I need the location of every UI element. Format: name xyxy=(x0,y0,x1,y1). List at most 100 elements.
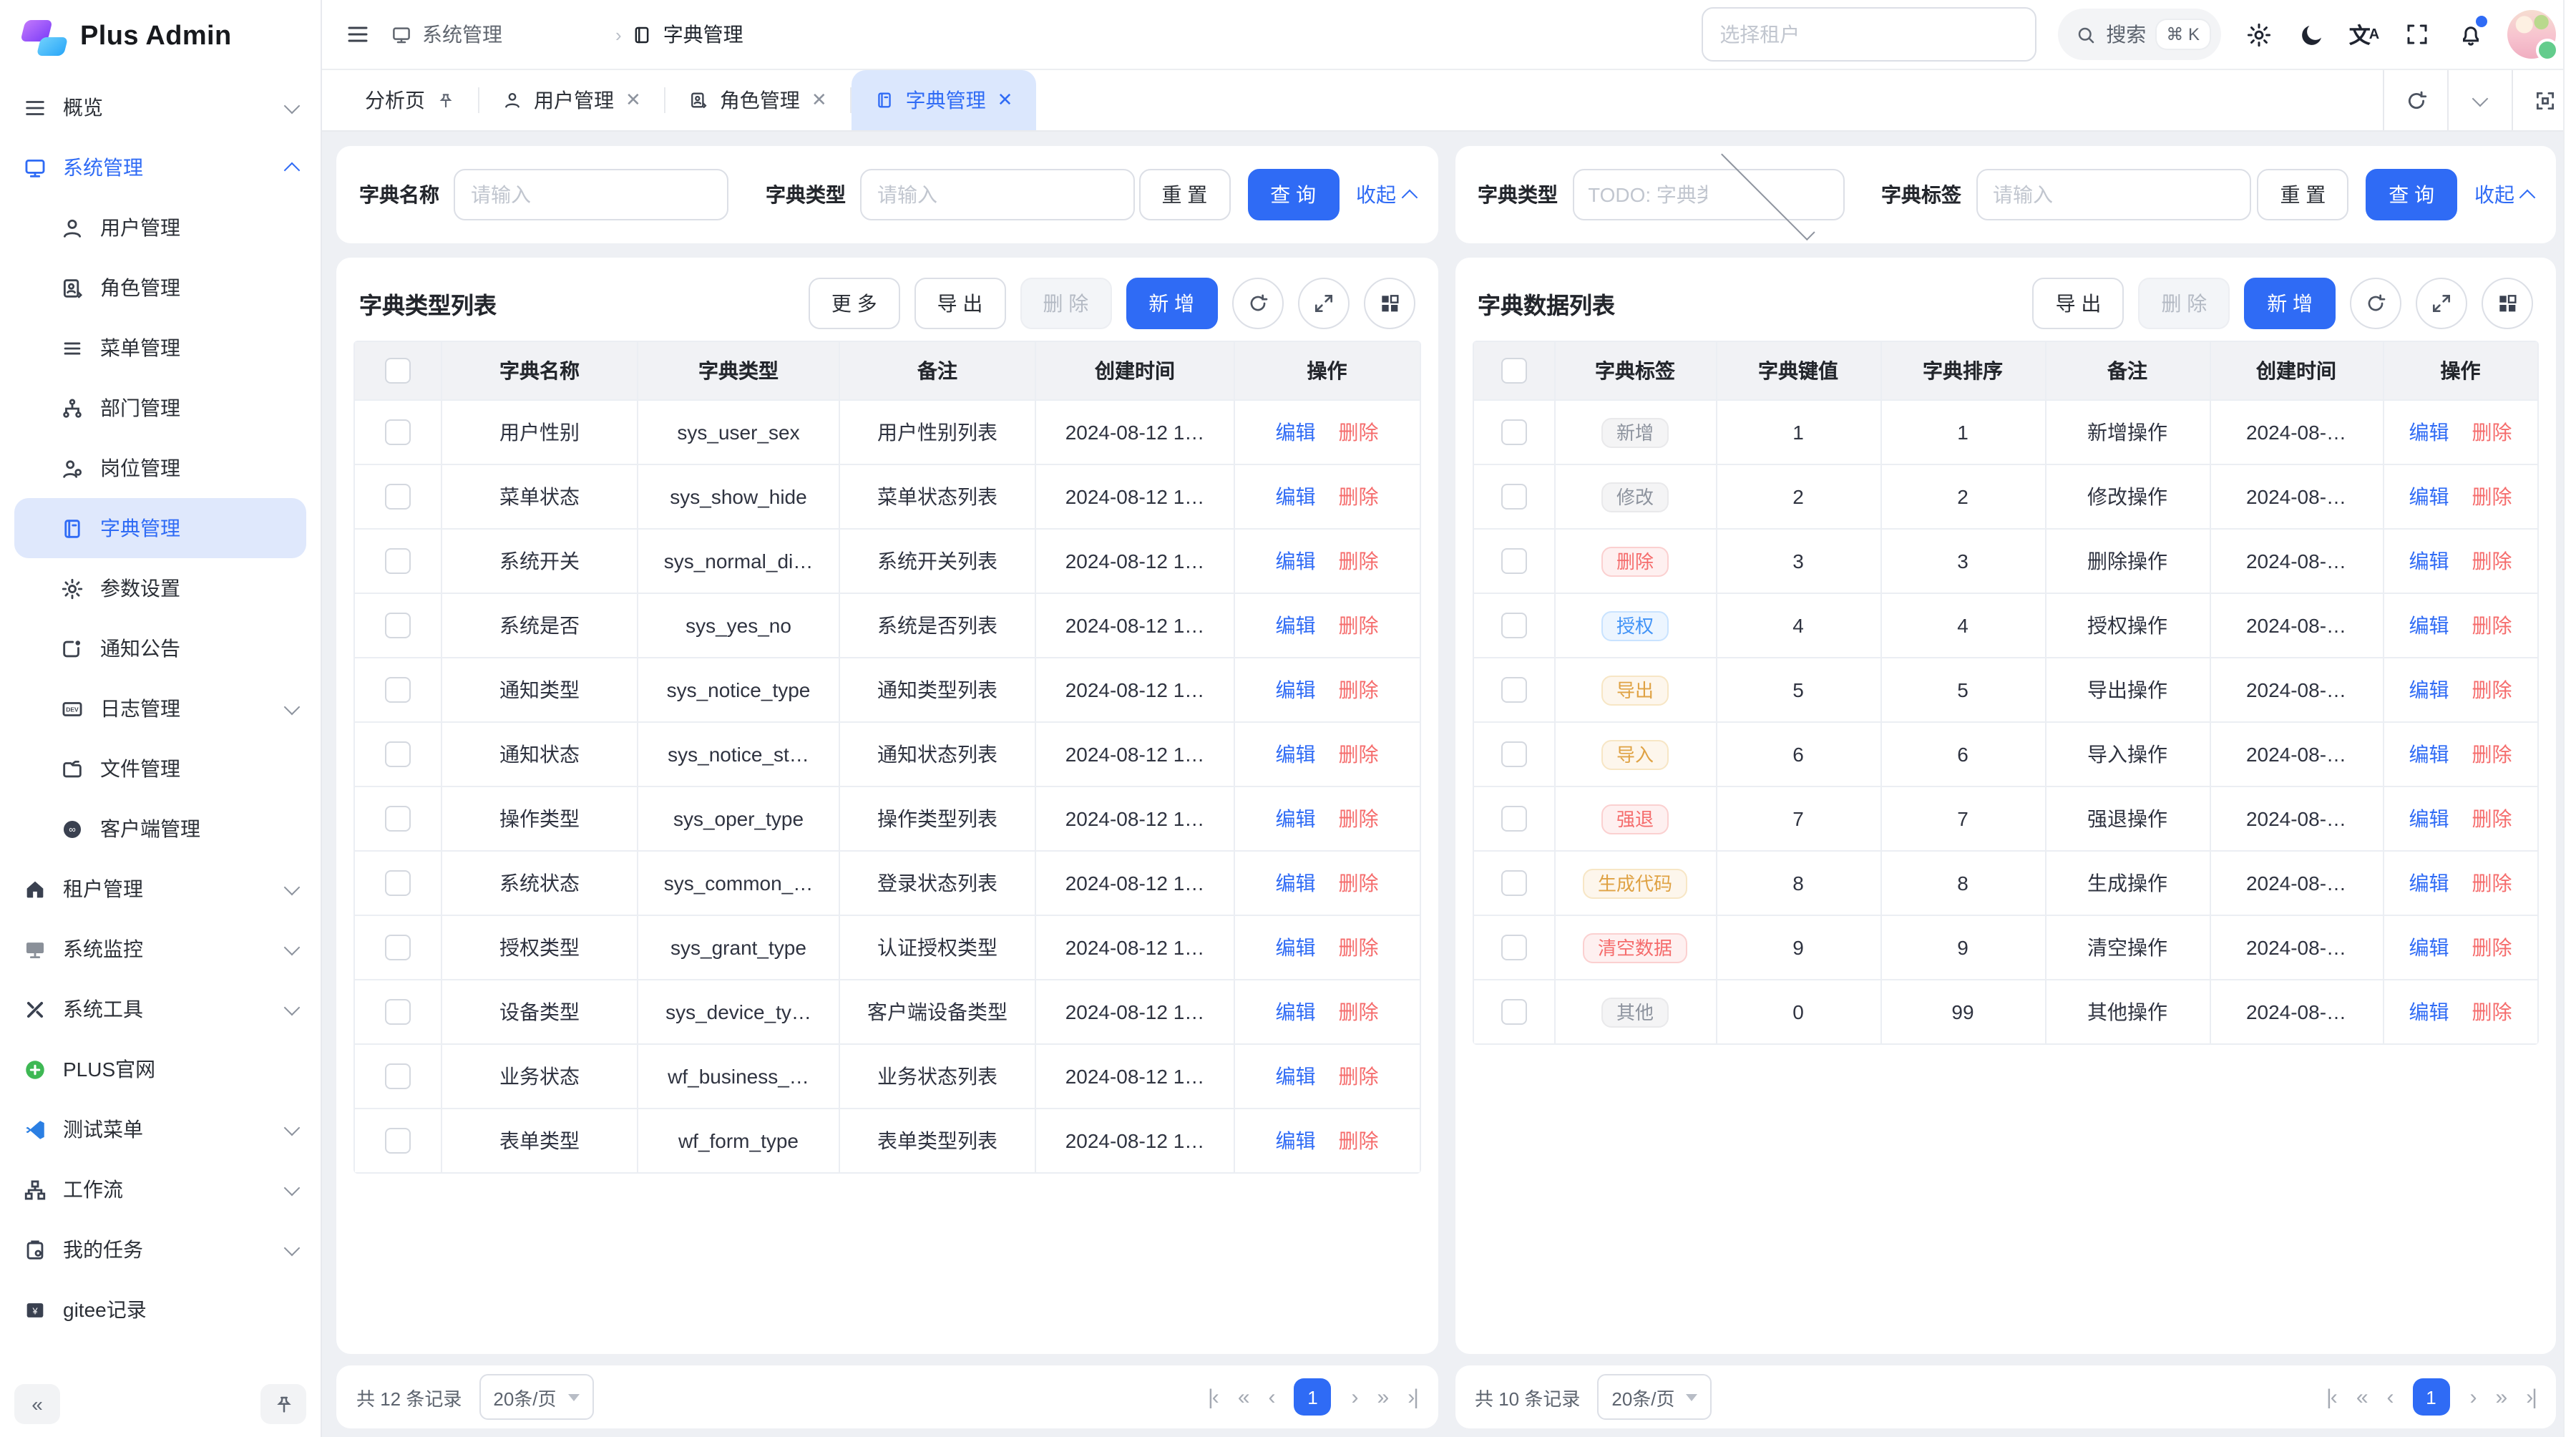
last-page-button[interactable]: ›| xyxy=(2526,1385,2536,1409)
collapse-search-link[interactable]: 收起 xyxy=(2474,180,2533,209)
expand-icon[interactable] xyxy=(2416,278,2467,329)
sidebar-item-dept-management[interactable]: 部门管理 xyxy=(0,378,321,438)
delete-link[interactable]: 删除 xyxy=(2472,804,2512,833)
row-checkbox[interactable] xyxy=(385,1128,411,1154)
edit-link[interactable]: 编辑 xyxy=(1276,998,1316,1026)
delete-link[interactable]: 删除 xyxy=(1339,869,1379,897)
first-page-button[interactable]: |‹ xyxy=(1208,1385,1218,1409)
scrollbar-gutter[interactable] xyxy=(2563,0,2576,1437)
edit-link[interactable]: 编辑 xyxy=(2409,869,2449,897)
prev-page-button[interactable]: ‹ xyxy=(1269,1385,1274,1409)
close-icon[interactable]: ✕ xyxy=(625,89,641,112)
sidebar-item-client-management[interactable]: ∞ 客户端管理 xyxy=(0,799,321,859)
edit-link[interactable]: 编辑 xyxy=(1276,804,1316,833)
sidebar-item-system-management[interactable]: 系统管理 xyxy=(0,137,321,198)
edit-link[interactable]: 编辑 xyxy=(1276,482,1316,511)
edit-link[interactable]: 编辑 xyxy=(1276,869,1316,897)
sidebar-item-tenant-management[interactable]: 租户管理 xyxy=(0,859,321,919)
delete-link[interactable]: 删除 xyxy=(2472,998,2512,1026)
row-checkbox[interactable] xyxy=(1501,741,1526,767)
page-size-select[interactable]: 20条/页 xyxy=(1597,1374,1712,1420)
edit-link[interactable]: 编辑 xyxy=(1276,676,1316,704)
edit-link[interactable]: 编辑 xyxy=(1276,611,1316,640)
delete-button[interactable]: 删 除 xyxy=(2138,278,2230,329)
delete-link[interactable]: 删除 xyxy=(1339,998,1379,1026)
row-checkbox[interactable] xyxy=(1501,613,1526,638)
hamburger-icon[interactable] xyxy=(342,19,374,50)
sidebar-item-user-management[interactable]: 用户管理 xyxy=(0,198,321,258)
row-checkbox[interactable] xyxy=(1501,548,1526,574)
sidebar-item-dict-management[interactable]: 字典管理 xyxy=(14,498,306,558)
sidebar-item-file-management[interactable]: 文件管理 xyxy=(0,739,321,799)
delete-link[interactable]: 删除 xyxy=(1339,933,1379,962)
row-checkbox[interactable] xyxy=(385,806,411,832)
edit-link[interactable]: 编辑 xyxy=(2409,804,2449,833)
row-checkbox[interactable] xyxy=(385,419,411,445)
row-checkbox[interactable] xyxy=(385,548,411,574)
first-page-button[interactable]: |‹ xyxy=(2326,1385,2336,1409)
dict-name-input[interactable] xyxy=(454,169,728,220)
add-button[interactable]: 新 增 xyxy=(2244,278,2336,329)
notification-bell-icon[interactable] xyxy=(2454,19,2486,50)
collapse-sidebar-button[interactable]: « xyxy=(14,1384,60,1424)
edit-link[interactable]: 编辑 xyxy=(1276,933,1316,962)
delete-link[interactable]: 删除 xyxy=(1339,547,1379,575)
sidebar-item-gitee-log[interactable]: ¥ gitee记录 xyxy=(0,1280,321,1340)
delete-link[interactable]: 删除 xyxy=(2472,482,2512,511)
tenant-select-input[interactable] xyxy=(1701,7,2036,62)
edit-link[interactable]: 编辑 xyxy=(2409,418,2449,447)
current-page-button[interactable]: 1 xyxy=(2413,1378,2450,1416)
collapse-search-link[interactable]: 收起 xyxy=(1356,180,1415,209)
fullscreen-icon[interactable] xyxy=(2401,19,2433,50)
current-page-button[interactable]: 1 xyxy=(1294,1378,1332,1416)
query-button[interactable]: 查 询 xyxy=(1247,169,1339,220)
delete-link[interactable]: 删除 xyxy=(1339,1126,1379,1155)
sidebar-item-plus-website[interactable]: PLUS官网 xyxy=(0,1039,321,1099)
edit-link[interactable]: 编辑 xyxy=(1276,1062,1316,1091)
edit-link[interactable]: 编辑 xyxy=(1276,740,1316,769)
sidebar-item-system-monitor[interactable]: 系统监控 xyxy=(0,919,321,979)
reset-button[interactable]: 重 置 xyxy=(2257,169,2348,220)
edit-link[interactable]: 编辑 xyxy=(2409,676,2449,704)
sidebar-item-notice[interactable]: 通知公告 xyxy=(0,618,321,678)
row-checkbox[interactable] xyxy=(1501,419,1526,445)
fast-prev-button[interactable]: « xyxy=(1238,1385,1249,1409)
row-checkbox[interactable] xyxy=(385,870,411,896)
row-checkbox[interactable] xyxy=(1501,999,1526,1025)
edit-link[interactable]: 编辑 xyxy=(1276,1126,1316,1155)
row-checkbox[interactable] xyxy=(1501,935,1526,960)
sidebar-item-workflow[interactable]: 工作流 xyxy=(0,1159,321,1219)
sidebar-item-menu-management[interactable]: 菜单管理 xyxy=(0,318,321,378)
delete-link[interactable]: 删除 xyxy=(2472,547,2512,575)
delete-link[interactable]: 删除 xyxy=(2472,869,2512,897)
edit-link[interactable]: 编辑 xyxy=(1276,418,1316,447)
select-all-checkbox[interactable] xyxy=(385,358,411,384)
sidebar-item-log-management[interactable]: DEV 日志管理 xyxy=(0,678,321,739)
more-button[interactable]: 更 多 xyxy=(809,278,900,329)
edit-link[interactable]: 编辑 xyxy=(2409,547,2449,575)
fast-next-button[interactable]: » xyxy=(1377,1385,1388,1409)
tab-user-management[interactable]: 用户管理 ✕ xyxy=(479,70,664,130)
dict-type-select[interactable]: TODO: 字典类型 xyxy=(1572,169,1844,220)
delete-link[interactable]: 删除 xyxy=(2472,418,2512,447)
tab-dict-management[interactable]: 字典管理 ✕ xyxy=(852,70,1036,130)
close-icon[interactable]: ✕ xyxy=(811,89,827,112)
sidebar-item-overview[interactable]: 概览 xyxy=(0,77,321,137)
next-page-button[interactable]: › xyxy=(1352,1385,1357,1409)
column-settings-icon[interactable] xyxy=(2482,278,2533,329)
refresh-tab-icon[interactable] xyxy=(2383,70,2447,130)
delete-link[interactable]: 删除 xyxy=(2472,611,2512,640)
sidebar-item-post-management[interactable]: 岗位管理 xyxy=(0,438,321,498)
delete-link[interactable]: 删除 xyxy=(1339,1062,1379,1091)
sidebar-item-param-settings[interactable]: 参数设置 xyxy=(0,558,321,618)
prev-page-button[interactable]: ‹ xyxy=(2387,1385,2393,1409)
sidebar-item-my-tasks[interactable]: 我的任务 xyxy=(0,1219,321,1280)
row-checkbox[interactable] xyxy=(1501,806,1526,832)
delete-link[interactable]: 删除 xyxy=(1339,676,1379,704)
row-checkbox[interactable] xyxy=(1501,870,1526,896)
edit-link[interactable]: 编辑 xyxy=(2409,933,2449,962)
sidebar-item-role-management[interactable]: 角色管理 xyxy=(0,258,321,318)
add-button[interactable]: 新 增 xyxy=(1126,278,1217,329)
dark-mode-moon-icon[interactable] xyxy=(2296,19,2327,50)
delete-link[interactable]: 删除 xyxy=(2472,740,2512,769)
